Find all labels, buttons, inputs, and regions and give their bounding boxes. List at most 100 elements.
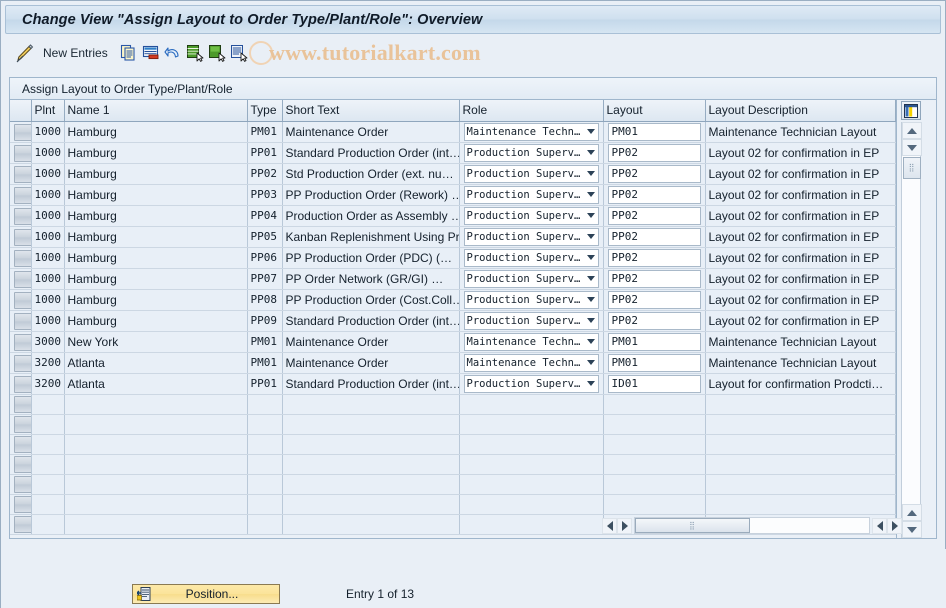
cell-role[interactable] (459, 514, 604, 535)
row-select-button[interactable] (14, 436, 30, 453)
column-config-icon[interactable] (901, 101, 921, 120)
row-select-cell[interactable] (10, 514, 32, 535)
row-select-button[interactable] (14, 496, 30, 513)
table-row[interactable]: 1000 Hamburg PP03 PP Production Order (Rewo… (10, 184, 896, 206)
chevron-down-icon[interactable] (585, 250, 598, 266)
cell-short-text[interactable]: Std Production Order (ext. nu… (282, 163, 460, 185)
column-header-role[interactable]: Role (459, 100, 604, 122)
cell-name1[interactable] (64, 414, 248, 435)
hscroll-left-page-button[interactable] (617, 517, 632, 534)
role-dropdown[interactable]: Maintenance Techn… (463, 122, 599, 141)
layout-input[interactable]: PP02 (607, 185, 701, 204)
cell-type[interactable] (247, 454, 283, 475)
cell-plnt[interactable]: 1000 (31, 184, 65, 206)
layout-input[interactable]: PM01 (607, 122, 701, 141)
chevron-down-icon[interactable] (585, 166, 598, 182)
table-row[interactable]: 1000 Hamburg PP04 Production Order as Assem… (10, 205, 896, 227)
cell-plnt[interactable] (31, 414, 65, 435)
role-dropdown[interactable]: Production Superv… (463, 185, 599, 204)
horizontal-scrollbar-thumb[interactable]: ⣿ (635, 518, 750, 533)
cell-plnt[interactable] (31, 474, 65, 495)
table-row-empty[interactable] (10, 474, 896, 495)
role-dropdown[interactable]: Production Superv… (463, 290, 599, 309)
cell-name1[interactable] (64, 514, 248, 535)
row-select-button[interactable] (14, 123, 30, 141)
hscroll-right-page-button[interactable] (872, 517, 887, 534)
cell-plnt[interactable] (31, 454, 65, 475)
role-dropdown[interactable]: Production Superv… (463, 143, 599, 162)
row-select-cell[interactable] (10, 414, 32, 435)
row-select-button[interactable] (14, 333, 30, 351)
cell-layout[interactable]: PP02 (603, 163, 706, 185)
cell-role[interactable]: Production Superv… (459, 247, 604, 269)
cell-type[interactable]: PM01 (247, 352, 283, 374)
cell-layout-description[interactable] (705, 454, 896, 475)
cell-type[interactable]: PM01 (247, 331, 283, 353)
layout-input[interactable]: PP02 (607, 311, 701, 330)
cell-role[interactable]: Production Superv… (459, 205, 604, 227)
cell-plnt[interactable]: 1000 (31, 289, 65, 311)
row-select-cell[interactable] (10, 352, 32, 374)
cell-layout-description[interactable] (705, 414, 896, 435)
cell-plnt[interactable]: 1000 (31, 226, 65, 248)
cell-name1[interactable] (64, 474, 248, 495)
layout-input[interactable]: PM01 (607, 353, 701, 372)
cell-short-text[interactable]: PP Production Order (Rework) … (282, 184, 460, 206)
role-dropdown[interactable]: Production Superv… (463, 269, 599, 288)
chevron-down-icon[interactable] (585, 145, 598, 161)
row-select-button[interactable] (14, 456, 30, 473)
cell-name1[interactable]: Hamburg (64, 310, 248, 332)
cell-role[interactable]: Production Superv… (459, 289, 604, 311)
cell-layout[interactable]: PP02 (603, 205, 706, 227)
row-select-cell[interactable] (10, 454, 32, 475)
table-row[interactable]: 1000 Hamburg PM01 Maintenance Order Maintena… (10, 121, 896, 143)
cell-role[interactable] (459, 494, 604, 515)
layout-input[interactable]: PP02 (607, 143, 701, 162)
cell-layout-description[interactable] (705, 494, 896, 515)
cell-short-text[interactable] (282, 414, 460, 435)
cell-short-text[interactable]: Maintenance Order (282, 331, 460, 353)
hscroll-track[interactable]: ⣿ (634, 517, 870, 534)
cell-type[interactable]: PP08 (247, 289, 283, 311)
table-row-empty[interactable] (10, 414, 896, 435)
row-select-cell[interactable] (10, 394, 32, 415)
cell-layout[interactable]: PM01 (603, 121, 706, 143)
row-select-button[interactable] (14, 291, 30, 309)
chevron-down-icon[interactable] (585, 124, 598, 140)
cell-short-text[interactable] (282, 474, 460, 495)
table-row-empty[interactable] (10, 494, 896, 515)
cell-role[interactable]: Maintenance Techn… (459, 331, 604, 353)
chevron-down-icon[interactable] (585, 334, 598, 350)
row-select-cell[interactable] (10, 373, 32, 395)
hscroll-left-button[interactable] (602, 517, 617, 534)
cell-layout[interactable]: PP02 (603, 289, 706, 311)
row-select-cell[interactable] (10, 226, 32, 248)
cell-name1[interactable] (64, 434, 248, 455)
cell-short-text[interactable] (282, 494, 460, 515)
cell-plnt[interactable] (31, 434, 65, 455)
chevron-down-icon[interactable] (585, 208, 598, 224)
row-select-cell[interactable] (10, 494, 32, 515)
row-select-button[interactable] (14, 375, 30, 393)
cell-layout[interactable]: PM01 (603, 331, 706, 353)
column-header-name1[interactable]: Name 1 (64, 100, 248, 122)
cell-name1[interactable]: Hamburg (64, 142, 248, 164)
cell-type[interactable] (247, 394, 283, 415)
delete-row-icon[interactable] (142, 44, 160, 62)
row-select-cell[interactable] (10, 205, 32, 227)
cell-layout-description[interactable]: Layout 02 for confirmation in EP (705, 205, 896, 227)
table-row-empty[interactable] (10, 394, 896, 415)
cell-type[interactable]: PP07 (247, 268, 283, 290)
cell-type[interactable]: PP03 (247, 184, 283, 206)
cell-type[interactable] (247, 514, 283, 535)
cell-short-text[interactable]: PP Production Order (PDC) (… (282, 247, 460, 269)
cell-plnt[interactable]: 1000 (31, 163, 65, 185)
cell-name1[interactable]: New York (64, 331, 248, 353)
cell-name1[interactable]: Hamburg (64, 268, 248, 290)
table-row-empty[interactable] (10, 434, 896, 455)
scroll-up-button[interactable] (902, 122, 922, 139)
cell-layout[interactable]: PP02 (603, 268, 706, 290)
row-select-cell[interactable] (10, 331, 32, 353)
column-header-type[interactable]: Type (247, 100, 283, 122)
vertical-scrollbar-thumb[interactable]: ⣿ (903, 157, 921, 179)
